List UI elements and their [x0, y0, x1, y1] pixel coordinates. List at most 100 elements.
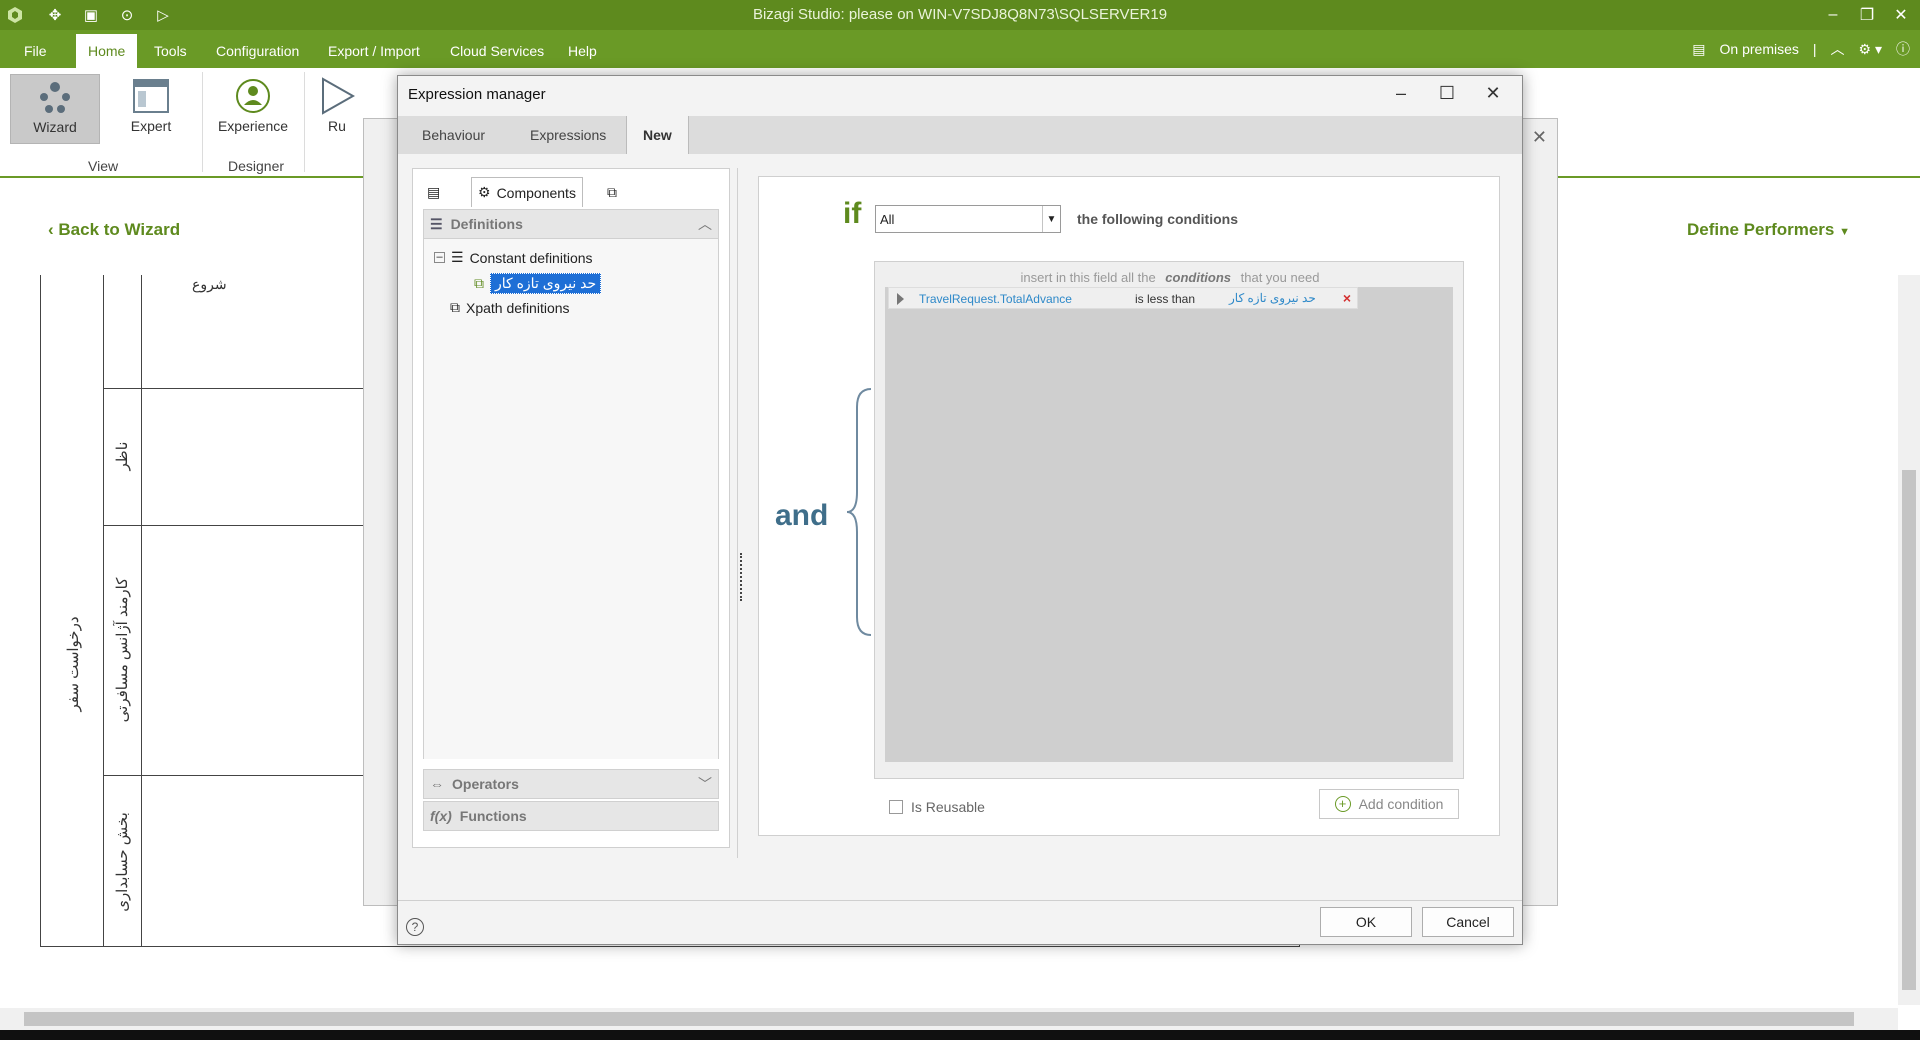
- menu-export-import[interactable]: Export / Import: [316, 30, 432, 68]
- experience-button[interactable]: Experience: [208, 74, 298, 144]
- horizontal-scroll-thumb[interactable]: [24, 1012, 1854, 1026]
- condition-field[interactable]: TravelRequest.TotalAdvance: [919, 292, 1072, 306]
- wizard-button[interactable]: Wizard: [10, 74, 100, 144]
- is-reusable-label: Is Reusable: [911, 799, 985, 815]
- menubar-right: ▤ On premises | ︿ ⚙ ▾ ⓘ: [1692, 30, 1920, 68]
- menu-help[interactable]: Help: [556, 30, 609, 68]
- tree-label-selected: حد نیروی تازه کار: [490, 273, 602, 294]
- collapse-ribbon-icon[interactable]: ︿: [1831, 39, 1845, 59]
- tree-node-constant-item[interactable]: ⧉ حد نیروی تازه کار: [474, 273, 602, 294]
- is-reusable-checkbox[interactable]: Is Reusable: [889, 799, 985, 815]
- lane-label: کارمند آژانس مسافرتی: [114, 577, 131, 723]
- conditions-box: insert in this field all the conditions …: [874, 261, 1464, 779]
- xpath-tab-icon[interactable]: ⧉: [601, 177, 623, 207]
- functions-label: Functions: [459, 808, 527, 824]
- define-performers-dropdown[interactable]: Define Performers ▼: [1687, 220, 1850, 240]
- brace-icon: [846, 388, 872, 636]
- chevron-up-icon[interactable]: ︿: [698, 214, 712, 234]
- components-tab-label: Components: [496, 184, 576, 201]
- gear-icon: ⚙: [478, 184, 491, 200]
- match-select[interactable]: All ▼: [875, 205, 1061, 233]
- list-icon: ☰: [451, 249, 464, 265]
- tab-behaviour[interactable]: Behaviour: [406, 116, 501, 154]
- delete-condition-icon[interactable]: ×: [1343, 290, 1351, 306]
- lane-label: ناظر: [114, 441, 131, 471]
- pool-title: درخواست سفر: [65, 616, 82, 712]
- condition-builder: if All ▼ the following conditions and in…: [758, 176, 1500, 836]
- components-tab[interactable]: ⚙ Components: [471, 177, 583, 207]
- on-premises-icon: ▤: [1692, 40, 1706, 57]
- add-condition-label: Add condition: [1358, 796, 1444, 812]
- cancel-button[interactable]: Cancel: [1422, 907, 1514, 937]
- menu-file[interactable]: File: [12, 30, 59, 68]
- ribbon-separator: [304, 72, 305, 172]
- menu-home[interactable]: Home: [76, 34, 138, 68]
- panel-splitter[interactable]: [737, 168, 745, 858]
- operators-icon: ⇔: [430, 776, 444, 792]
- add-condition-button[interactable]: + Add condition: [1319, 789, 1459, 819]
- definitions-header[interactable]: ☰ Definitions ︿: [423, 209, 719, 239]
- ok-button[interactable]: OK: [1320, 907, 1412, 937]
- back-to-wizard-link[interactable]: ‹ Back to Wizard: [48, 220, 180, 240]
- settings-gear-icon[interactable]: ⚙ ▾: [1859, 41, 1882, 58]
- vertical-scrollbar[interactable]: [1898, 275, 1920, 1005]
- run-button[interactable]: Ru: [312, 74, 362, 144]
- constant-icon: ⧉: [474, 275, 484, 291]
- background-close-icon[interactable]: ✕: [1532, 127, 1547, 148]
- definitions-label: Definitions: [450, 216, 523, 232]
- condition-row[interactable]: TravelRequest.TotalAdvance is less than …: [888, 287, 1358, 309]
- expression-manager-dialog: Expression manager – ☐ ✕ Behaviour Expre…: [397, 75, 1523, 945]
- menu-tools[interactable]: Tools: [142, 30, 199, 68]
- close-icon[interactable]: ✕: [1886, 0, 1916, 30]
- functions-header[interactable]: f(x) Functions: [423, 801, 719, 831]
- tab-expressions[interactable]: Expressions: [514, 116, 622, 154]
- menu-cloud-services[interactable]: Cloud Services: [438, 30, 556, 68]
- document-tab-icon[interactable]: ▤: [421, 177, 446, 207]
- lane-header-divider: [141, 275, 142, 947]
- back-to-wizard-label: Back to Wizard: [58, 220, 181, 239]
- tree-node-constant-definitions[interactable]: – ☰ Constant definitions: [434, 249, 593, 266]
- condition-value[interactable]: حد نیروی تازه کار: [1229, 291, 1316, 305]
- expert-label: Expert: [130, 118, 172, 134]
- tab-new[interactable]: New: [626, 116, 689, 154]
- chevron-down-icon[interactable]: ﹀: [698, 774, 712, 794]
- expand-arrow-icon[interactable]: [897, 293, 904, 305]
- condition-operator[interactable]: is less than: [1135, 292, 1195, 306]
- operators-label: Operators: [452, 776, 519, 792]
- lane-label: بخش حسابداری: [114, 812, 131, 912]
- dialog-minimize-icon[interactable]: –: [1378, 78, 1424, 108]
- conditions-area[interactable]: TravelRequest.TotalAdvance is less than …: [885, 287, 1453, 762]
- minimize-icon[interactable]: –: [1818, 0, 1848, 30]
- pool-header-divider: [103, 275, 104, 947]
- vertical-scroll-thumb[interactable]: [1902, 470, 1916, 990]
- dialog-tabs: Behaviour Expressions New: [398, 116, 1522, 154]
- expert-button[interactable]: Expert: [106, 74, 196, 144]
- tree-label: Constant definitions: [469, 249, 593, 266]
- help-icon[interactable]: ⓘ: [1896, 39, 1910, 59]
- operators-header[interactable]: ⇔ Operators ﹀: [423, 769, 719, 799]
- window-title: Bizagi Studio: please on WIN-V7SDJ8Q8N73…: [752, 6, 1168, 23]
- title-bar: ✥ ▣ ⊙ ▷ Bizagi Studio: please on WIN-V7S…: [0, 0, 1920, 30]
- caret-down-icon: ▼: [1042, 206, 1060, 232]
- wizard-label: Wizard: [33, 119, 77, 135]
- restore-icon[interactable]: ❐: [1852, 0, 1882, 30]
- group-designer-label: Designer: [228, 158, 285, 174]
- footer-divider: [398, 900, 1522, 901]
- help-icon[interactable]: ?: [406, 918, 424, 936]
- tree-node-xpath-definitions[interactable]: ⧉ Xpath definitions: [450, 299, 570, 316]
- xpath-icon: ⧉: [450, 299, 460, 315]
- start-event-label: شروع: [192, 276, 227, 292]
- collapse-icon[interactable]: –: [434, 252, 445, 263]
- run-play-icon: [312, 74, 362, 118]
- conditions-hint: insert in this field all the conditions …: [875, 270, 1465, 285]
- caret-down-icon: ▼: [1839, 226, 1850, 238]
- menu-configuration[interactable]: Configuration: [204, 30, 311, 68]
- dialog-title: Expression manager: [408, 86, 546, 103]
- and-label: and: [775, 499, 829, 532]
- list-icon: ☰: [430, 215, 443, 232]
- run-label: Ru: [328, 118, 346, 134]
- horizontal-scrollbar[interactable]: [0, 1008, 1898, 1030]
- dialog-maximize-icon[interactable]: ☐: [1424, 78, 1470, 108]
- on-premises-label[interactable]: On premises: [1720, 41, 1799, 57]
- dialog-close-icon[interactable]: ✕: [1470, 78, 1516, 108]
